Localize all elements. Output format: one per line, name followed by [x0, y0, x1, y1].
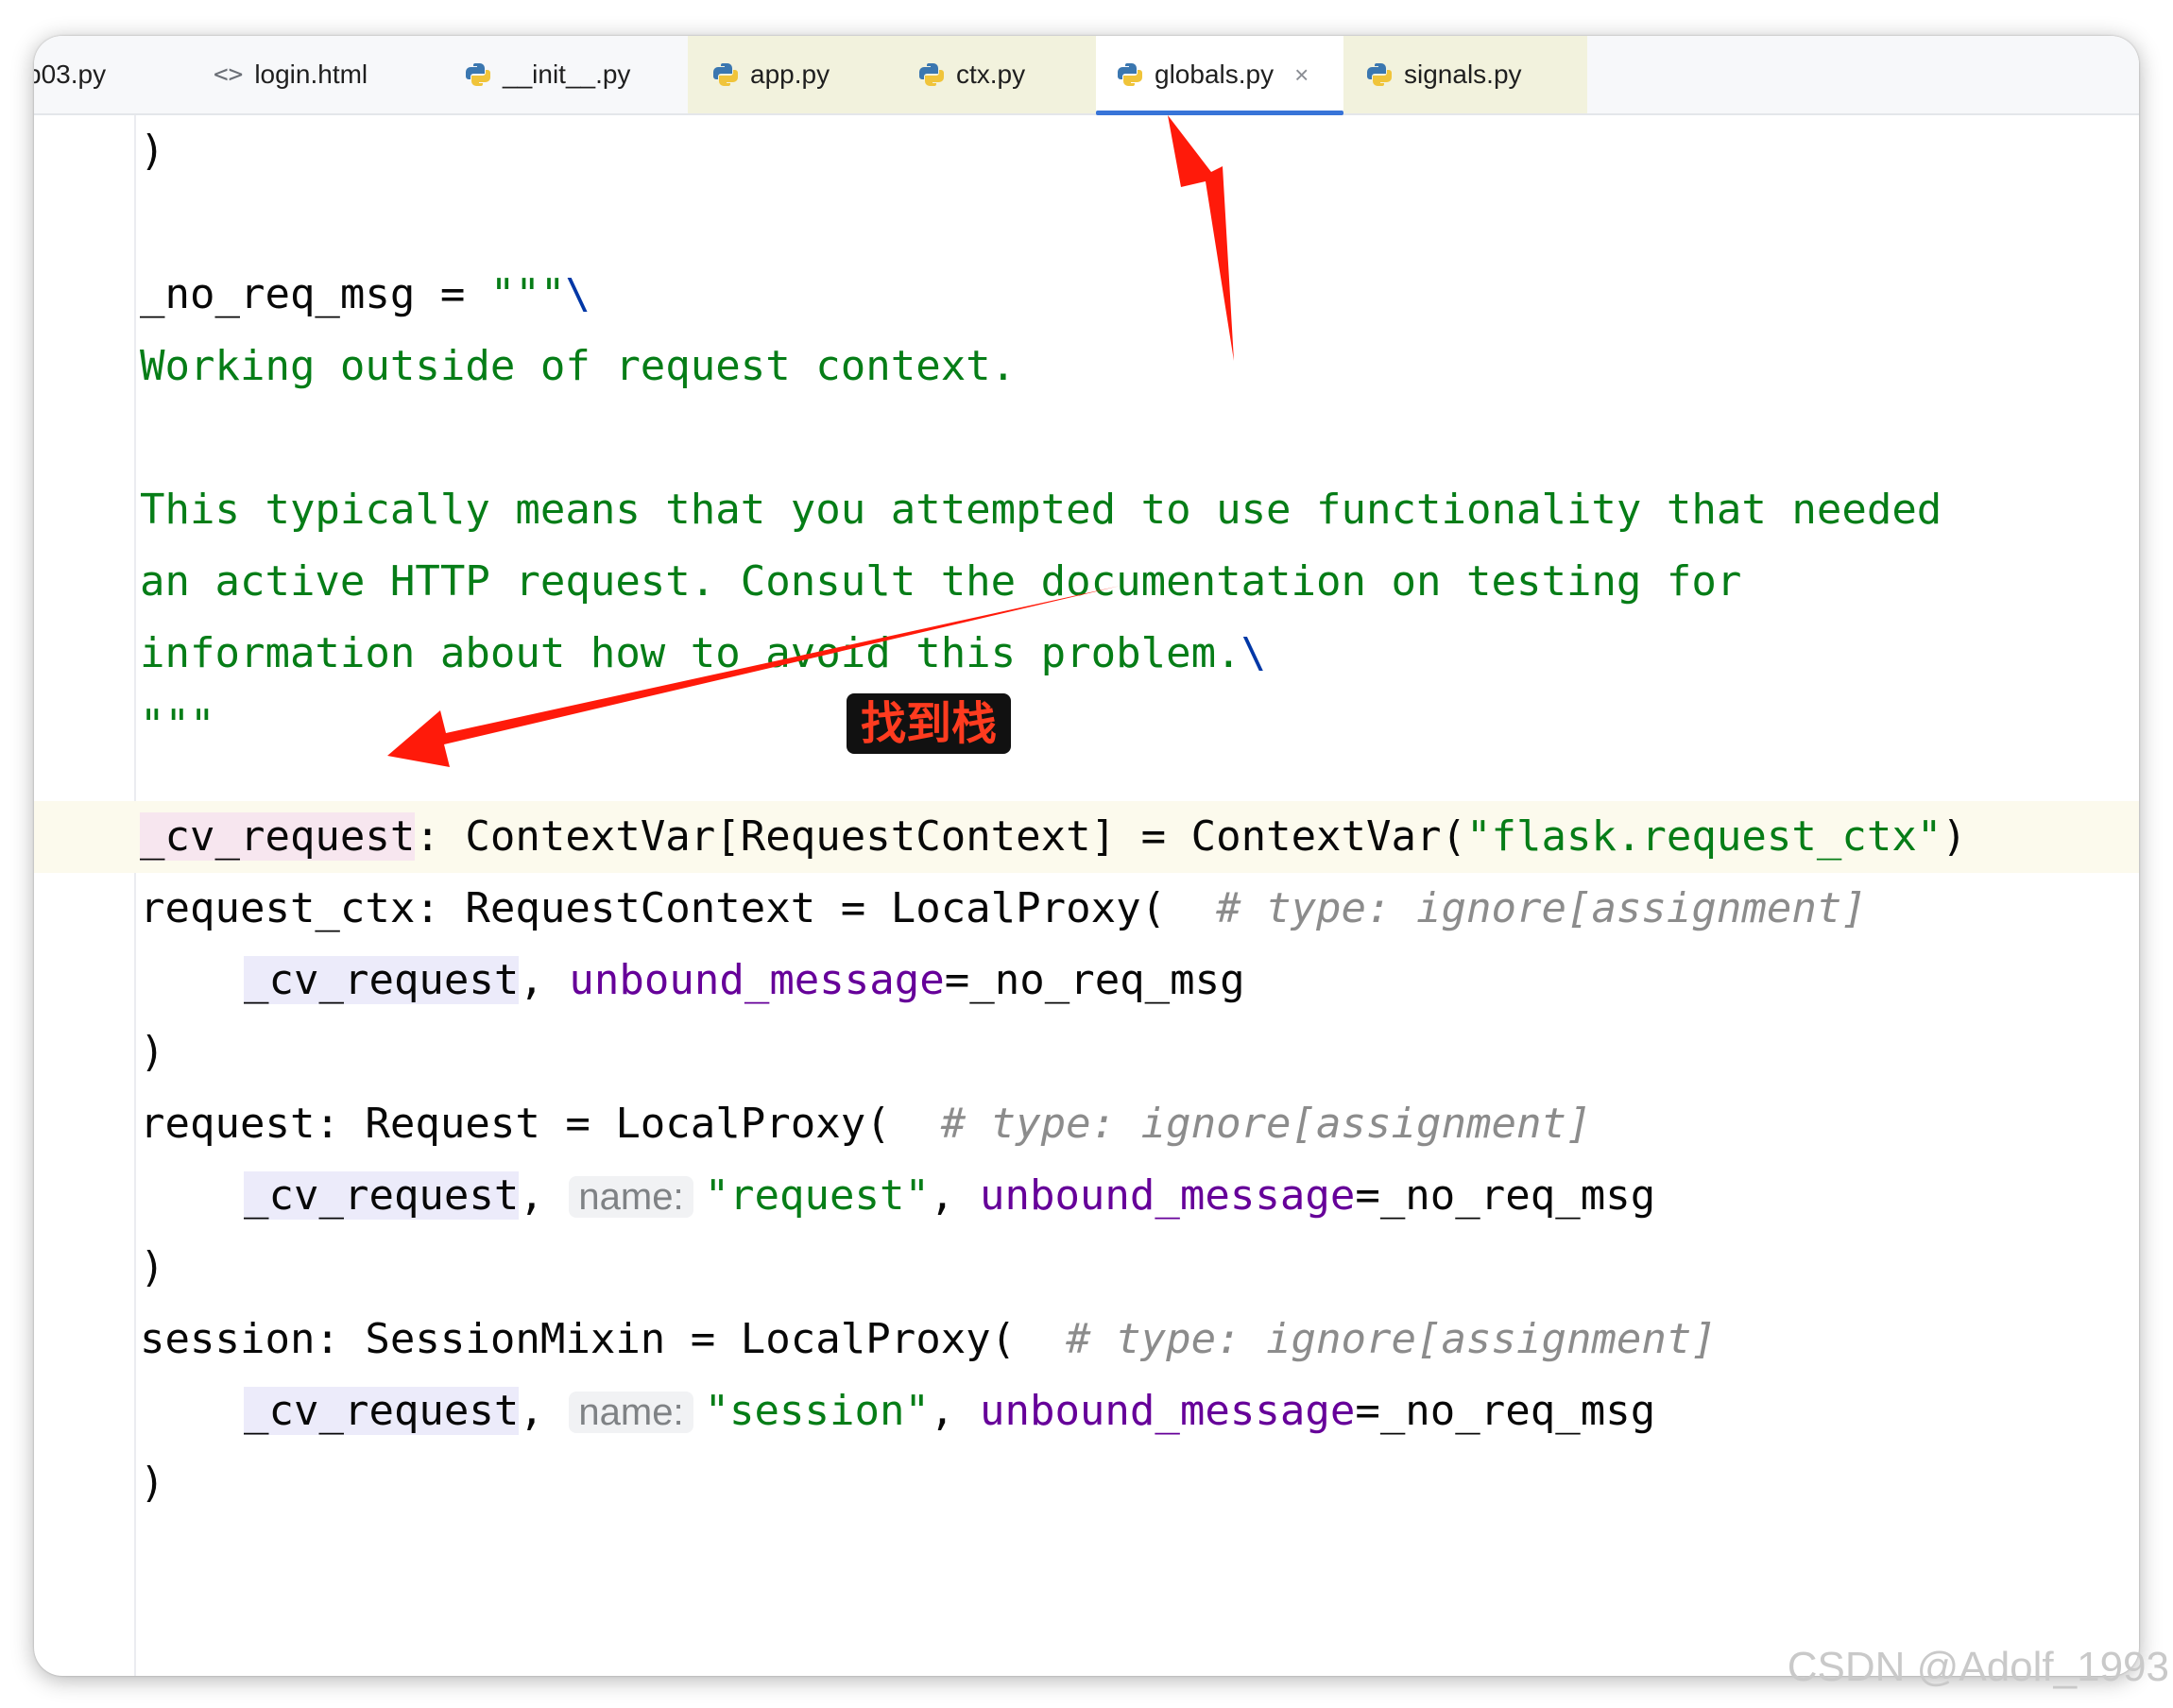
tab-globals-py[interactable]: globals.py ×	[1096, 36, 1343, 115]
code-line-7: information about how to avoid this prob…	[140, 629, 1267, 677]
code-line-17: _cv_request, name: "session", unbound_mes…	[244, 1387, 1656, 1435]
python-icon	[919, 63, 944, 86]
code-line-11: _cv_request, unbound_message=_no_req_msg	[244, 956, 1245, 1004]
gutter-divider	[134, 115, 136, 1676]
cv-request-reference[interactable]: _cv_request	[244, 1387, 520, 1435]
code-line-8: """	[140, 701, 215, 749]
code-line-12: )	[140, 1028, 165, 1076]
code-line-request: request: Request = LocalProxy( # type: i…	[140, 1100, 1592, 1148]
tab-label: globals.py	[1155, 60, 1275, 89]
tab-label: signals.py	[1404, 60, 1522, 89]
html-tag-icon: <>	[214, 60, 244, 89]
code-editor[interactable]: ) _no_req_msg = """\ Working outside of …	[34, 115, 2139, 1676]
tab-label: p03.py	[34, 60, 107, 89]
tab-signals-py[interactable]: signals.py	[1343, 36, 1587, 113]
python-icon	[466, 63, 490, 86]
code-line-request-ctx: request_ctx: RequestContext = LocalProxy…	[140, 884, 1867, 932]
code-line-2: _no_req_msg = """\	[140, 270, 590, 318]
tab-bar: p03.py <> login.html __init__.py app.py …	[34, 36, 2139, 115]
code-line-cv-request: _cv_request: ContextVar[RequestContext] …	[140, 812, 1967, 861]
watermark: CSDN @Adolf_1993	[1787, 1644, 2169, 1690]
python-icon	[1367, 63, 1392, 86]
python-icon	[1118, 63, 1142, 86]
tab-label: app.py	[750, 60, 830, 89]
annotation-label: 找到栈	[847, 693, 1011, 754]
editor-window: p03.py <> login.html __init__.py app.py …	[34, 36, 2139, 1676]
parameter-hint: name:	[569, 1176, 693, 1218]
code-line-15: )	[140, 1243, 165, 1291]
code-line-session: session: SessionMixin = LocalProxy( # ty…	[140, 1315, 1717, 1363]
python-icon	[713, 63, 738, 86]
parameter-hint: name:	[569, 1392, 693, 1433]
tab-p03[interactable]: p03.py	[34, 36, 168, 113]
tab-app-py[interactable]: app.py	[688, 36, 894, 113]
tab-ctx-py[interactable]: ctx.py	[894, 36, 1096, 113]
code-line-5: This typically means that you attempted …	[140, 486, 1942, 534]
tab-init-py[interactable]: __init__.py	[440, 36, 688, 113]
tab-label: ctx.py	[956, 60, 1026, 89]
cv-request-reference[interactable]: _cv_request	[244, 956, 520, 1004]
code-line-6: an active HTTP request. Consult the docu…	[140, 557, 1742, 606]
close-tab-icon[interactable]: ×	[1294, 60, 1309, 90]
code-line-3: Working outside of request context.	[140, 342, 1017, 390]
code-line-1: )	[140, 127, 165, 175]
tab-label: login.html	[254, 60, 368, 89]
code-line-14: _cv_request, name: "request", unbound_mes…	[244, 1171, 1656, 1220]
tab-login-html[interactable]: <> login.html	[195, 36, 440, 113]
cv-request-reference[interactable]: _cv_request	[244, 1171, 520, 1220]
code-line-18: )	[140, 1459, 165, 1507]
tab-label: __init__.py	[503, 60, 631, 89]
cv-request-definition[interactable]: _cv_request	[140, 812, 416, 861]
